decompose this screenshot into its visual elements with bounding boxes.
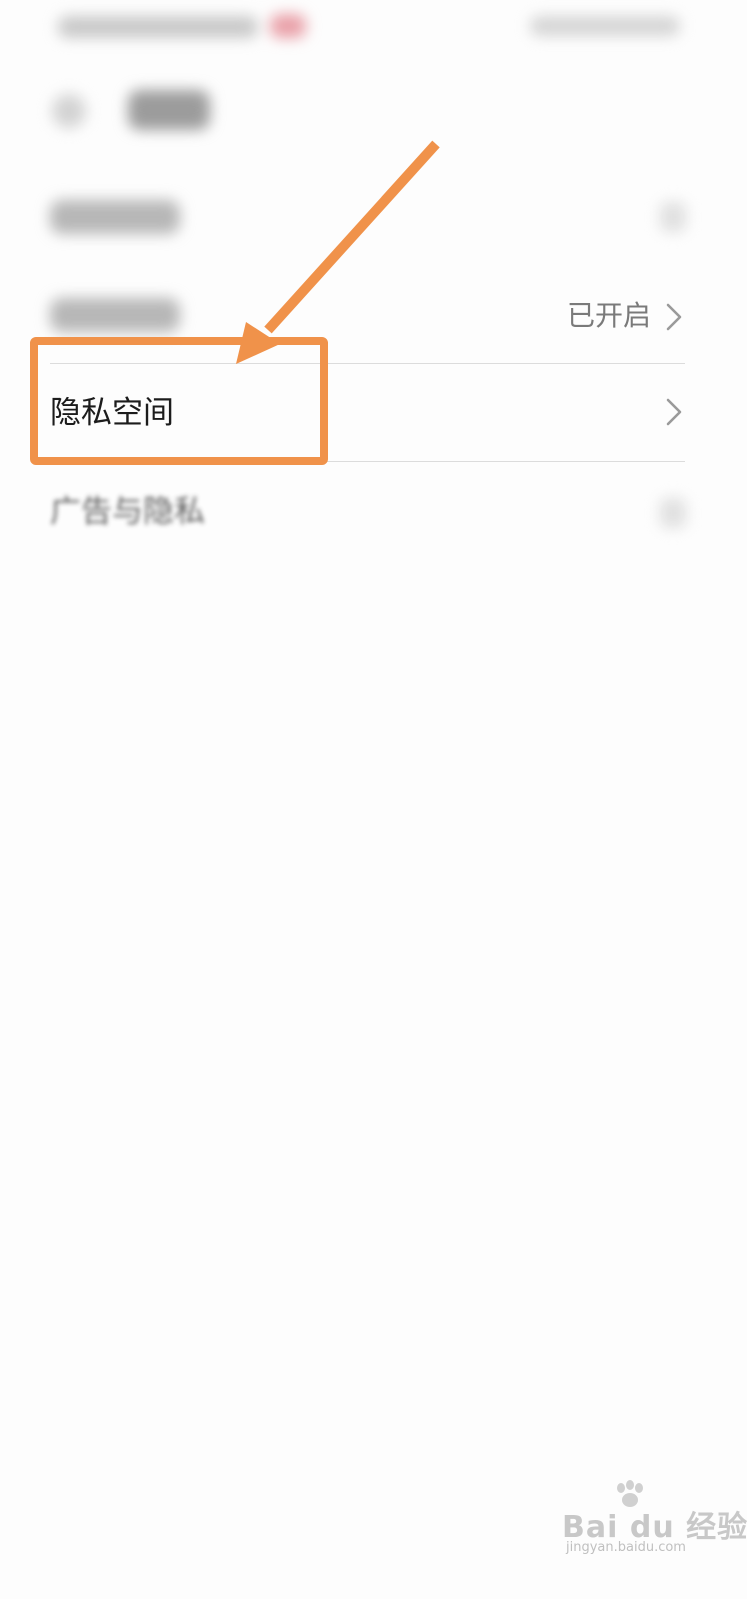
chevron-right-icon [660, 498, 686, 528]
settings-row-2-label [50, 298, 180, 332]
chevron-right-icon [660, 202, 686, 232]
settings-row-2-value: 已开启 [566, 299, 651, 332]
watermark-url: jingyan.baidu.com [566, 1540, 686, 1555]
status-bar [0, 0, 747, 56]
back-arrow-icon[interactable] [52, 94, 86, 128]
settings-row-1[interactable] [0, 168, 747, 266]
annotation-highlight-box [30, 337, 328, 465]
status-bar-right [530, 16, 680, 36]
status-bar-left [58, 16, 258, 38]
notification-dot [270, 14, 306, 38]
chevron-right-icon [664, 397, 684, 427]
page-title [128, 90, 210, 130]
settings-row-1-label [50, 200, 180, 234]
ads-privacy-label: 广告与隐私 [50, 494, 205, 530]
title-bar [0, 70, 747, 160]
chevron-right-icon [664, 302, 684, 332]
